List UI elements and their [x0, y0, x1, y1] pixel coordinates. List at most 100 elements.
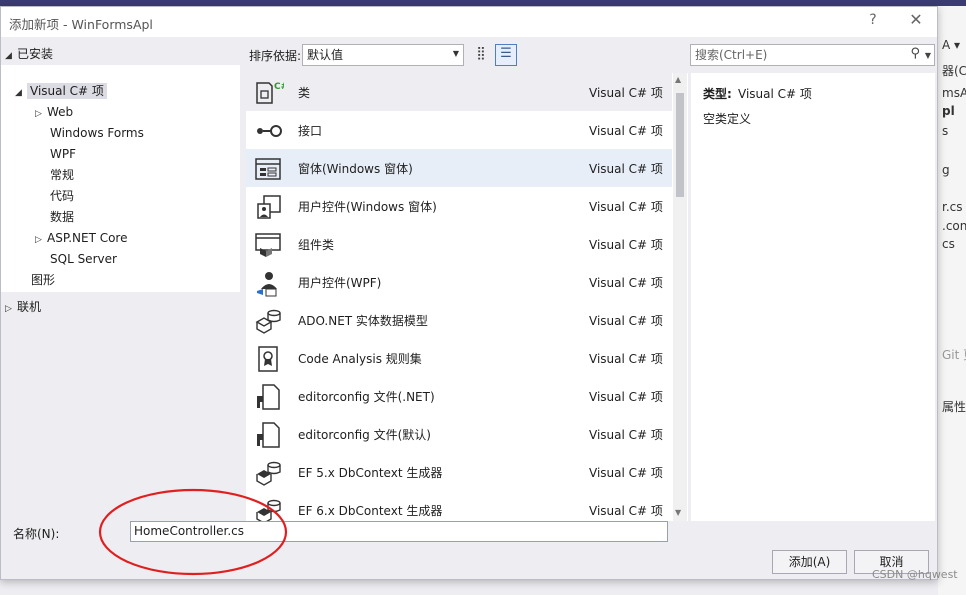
list-view-icon[interactable]: ☰	[495, 44, 517, 66]
template-name: editorconfig 文件(.NET)	[298, 390, 435, 404]
sort-by-value: 默认值	[307, 48, 344, 62]
template-list-scrollbar[interactable]: ▲ ▼	[673, 73, 687, 521]
dbcontext-icon	[256, 461, 281, 486]
template-name: ADO.NET 实体数据模型	[298, 314, 428, 328]
template-description: 空类定义	[703, 112, 752, 126]
name-input[interactable]: HomeController.cs	[130, 521, 668, 542]
editorconfig-icon	[257, 384, 280, 410]
dropdown-arrow-icon: ▼	[452, 49, 459, 58]
dropdown-arrow-icon: ▼	[924, 51, 931, 60]
ide-fragment: 属性	[942, 400, 966, 414]
template-name: EF 6.x DbContext 生成器	[298, 504, 443, 518]
template-language: Visual C# 项	[589, 86, 663, 100]
template-name: 窗体(Windows 窗体)	[298, 162, 413, 176]
collapsed-arrow-icon: ▷	[35, 109, 42, 119]
form-icon	[255, 158, 281, 180]
template-language: Visual C# 项	[589, 238, 663, 252]
add-button[interactable]: 添加(A)	[772, 550, 847, 574]
ide-fragment: cs	[942, 237, 955, 251]
template-name: 用户控件(WPF)	[298, 276, 382, 290]
wpf-user-control-icon	[257, 272, 277, 297]
tree-item-label: Web	[47, 105, 74, 119]
template-language: Visual C# 项	[589, 352, 663, 366]
ide-fragment: msA	[942, 86, 966, 100]
svg-text:C#: C#	[274, 82, 284, 92]
installed-header[interactable]: ◢ 已安装	[5, 45, 53, 62]
expanded-arrow-icon: ◢	[15, 88, 22, 98]
template-language: Visual C# 项	[589, 162, 663, 176]
template-row-user-control-wpf[interactable]: 用户控件(WPF) Visual C# 项	[246, 263, 672, 301]
template-row-editorconfig-default[interactable]: editorconfig 文件(默认) Visual C# 项	[246, 415, 672, 453]
watermark: CSDN @hqwest	[872, 568, 958, 581]
search-input[interactable]: 搜索(Ctrl+E) ⚲ ▼	[690, 44, 935, 66]
ide-fragment: .conf	[942, 219, 966, 233]
help-button[interactable]: ?	[863, 12, 883, 32]
template-language: Visual C# 项	[589, 276, 663, 290]
category-tree: ◢ Visual C# 项 ▷ Web Windows Forms WPF 常规 代…	[1, 65, 240, 292]
installed-label: 已安装	[17, 47, 54, 61]
template-row-editorconfig-dotnet[interactable]: editorconfig 文件(.NET) Visual C# 项	[246, 377, 672, 415]
tree-item-visual-csharp[interactable]: ◢ Visual C# 项	[15, 82, 107, 101]
interface-icon	[257, 125, 282, 137]
template-name: 组件类	[298, 238, 335, 252]
search-icon: ⚲	[910, 46, 920, 61]
type-value: Visual C# 项	[738, 87, 812, 101]
template-language: Visual C# 项	[589, 124, 663, 138]
tree-item-sql-server[interactable]: SQL Server	[50, 250, 117, 269]
tree-item-general[interactable]: 常规	[50, 166, 74, 185]
editorconfig-icon	[257, 422, 280, 448]
template-row-ado-entity-model[interactable]: ADO.NET 实体数据模型 Visual C# 项	[246, 301, 672, 339]
collapse-arrow-icon: ◢	[5, 51, 12, 61]
details-panel: 类型: Visual C# 项 空类定义	[691, 73, 935, 521]
dialog-title-bar: 添加新项 - WinFormsApl ? ✕	[1, 7, 937, 37]
rule-set-icon	[258, 346, 278, 372]
tree-item-graphics[interactable]: 图形	[31, 271, 55, 290]
add-new-item-dialog: 添加新项 - WinFormsApl ? ✕ ◢ 已安装 ◢ Visual C# 项…	[0, 6, 938, 580]
ide-fragment: s	[942, 124, 949, 138]
tree-item-label: ASP.NET Core	[47, 231, 128, 245]
entity-model-icon	[255, 309, 281, 334]
search-placeholder: 搜索(Ctrl+E)	[695, 48, 768, 62]
collapsed-arrow-icon: ▷	[35, 235, 42, 245]
sort-by-select[interactable]: 默认值 ▼	[302, 44, 464, 66]
grid-view-icon[interactable]: ⣿	[471, 45, 491, 65]
class-icon: C#	[256, 82, 284, 104]
template-name: 用户控件(Windows 窗体)	[298, 200, 437, 214]
tree-item-windows-forms[interactable]: Windows Forms	[50, 124, 144, 143]
scroll-down-icon[interactable]: ▼	[675, 508, 681, 517]
user-control-icon	[257, 195, 281, 219]
dbcontext-icon	[256, 499, 281, 521]
name-label: 名称(N):	[13, 527, 60, 541]
template-name: Code Analysis 规则集	[298, 352, 422, 366]
template-row-user-control-winforms[interactable]: 用户控件(Windows 窗体) Visual C# 项	[246, 187, 672, 225]
template-language: Visual C# 项	[589, 200, 663, 214]
tree-item-web[interactable]: ▷ Web	[35, 103, 73, 122]
template-row-windows-form[interactable]: 窗体(Windows 窗体) Visual C# 项	[246, 149, 672, 187]
template-row-component-class[interactable]: 组件类 Visual C# 项	[246, 225, 672, 263]
template-row-ef6-dbcontext[interactable]: EF 6.x DbContext 生成器 Visual C# 项	[246, 491, 672, 521]
template-name: 接口	[298, 124, 323, 138]
tree-item-label: Visual C# 项	[27, 83, 107, 99]
template-row-code-analysis[interactable]: Code Analysis 规则集 Visual C# 项	[246, 339, 672, 377]
dialog-title: 添加新项 - WinFormsApl	[9, 17, 153, 32]
scroll-thumb[interactable]	[676, 93, 684, 197]
tree-item-wpf[interactable]: WPF	[50, 145, 76, 164]
ide-fragment: A ▾	[942, 38, 961, 52]
template-row-interface[interactable]: 接口 Visual C# 项	[246, 111, 672, 149]
online-header[interactable]: ▷ 联机	[5, 298, 41, 315]
close-button[interactable]: ✕	[905, 10, 927, 32]
template-row-class[interactable]: C# 类 Visual C# 项	[246, 73, 672, 111]
collapsed-arrow-icon: ▷	[5, 304, 12, 314]
template-list: C# 类 Visual C# 项 接口 Visual C# 项 窗体	[246, 73, 688, 521]
component-icon	[255, 233, 281, 257]
template-name: EF 5.x DbContext 生成器	[298, 466, 443, 480]
ide-fragment: g	[942, 163, 950, 177]
template-language: Visual C# 项	[589, 504, 663, 518]
ide-fragment: 器(Ctr	[942, 64, 966, 78]
scroll-up-icon[interactable]: ▲	[675, 75, 681, 84]
tree-item-aspnet-core[interactable]: ▷ ASP.NET Core	[35, 229, 127, 248]
template-name: editorconfig 文件(默认)	[298, 428, 431, 442]
tree-item-code[interactable]: 代码	[50, 187, 74, 206]
tree-item-data[interactable]: 数据	[50, 208, 74, 227]
template-row-ef5-dbcontext[interactable]: EF 5.x DbContext 生成器 Visual C# 项	[246, 453, 672, 491]
